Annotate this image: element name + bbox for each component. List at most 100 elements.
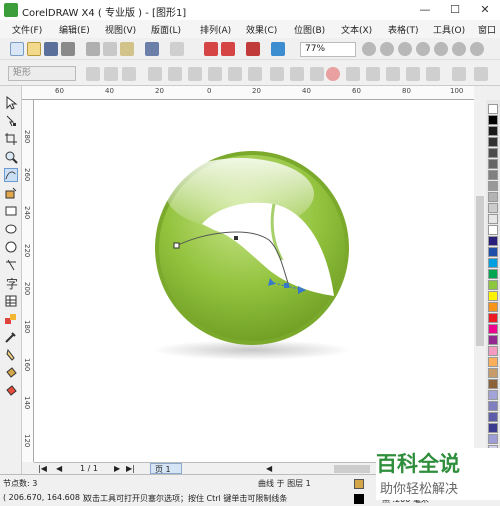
outline-status-icon[interactable]	[354, 494, 364, 504]
menu-view[interactable]: 视图(V)	[105, 23, 136, 36]
drawing-canvas[interactable]	[34, 100, 474, 462]
horizontal-scroll-thumb[interactable]	[334, 465, 370, 473]
palette-swatch[interactable]	[488, 236, 498, 246]
palette-swatch[interactable]	[488, 214, 498, 224]
open-folder-icon[interactable]	[27, 42, 41, 56]
export-icon[interactable]	[221, 42, 235, 56]
reflect-nodes-icon[interactable]	[452, 67, 466, 81]
smart-fill-icon[interactable]	[4, 186, 18, 200]
close-button[interactable]: ✕	[470, 0, 500, 20]
interactive-fill-icon[interactable]	[4, 384, 18, 398]
zoom-level-select[interactable]: 77%	[300, 42, 356, 57]
palette-swatch[interactable]	[488, 302, 498, 312]
palette-swatch[interactable]	[488, 335, 498, 345]
rectangle-icon[interactable]	[4, 204, 18, 218]
menu-edit[interactable]: 编辑(E)	[59, 23, 90, 36]
symmetric-node-icon[interactable]	[310, 67, 324, 81]
blend-icon[interactable]	[4, 312, 18, 326]
palette-swatch[interactable]	[488, 313, 498, 323]
paste-icon[interactable]	[120, 42, 134, 56]
zoom-width-icon[interactable]	[452, 42, 466, 56]
palette-swatch[interactable]	[488, 258, 498, 268]
fill-status-icon[interactable]	[354, 479, 364, 489]
menu-bitmaps[interactable]: 位图(B)	[294, 23, 325, 36]
palette-swatch[interactable]	[488, 412, 498, 422]
undo-icon[interactable]	[145, 42, 159, 56]
palette-swatch[interactable]	[488, 280, 498, 290]
shape-icon[interactable]	[4, 114, 18, 128]
curve-option-icon[interactable]	[86, 67, 100, 81]
palette-swatch[interactable]	[488, 126, 498, 136]
print-icon[interactable]	[61, 42, 75, 56]
curve-mid-node[interactable]	[234, 236, 238, 240]
palette-swatch[interactable]	[488, 104, 498, 114]
zoom-in-icon[interactable]	[362, 42, 376, 56]
menu-tools[interactable]: 工具(O)	[433, 23, 465, 36]
curve-option-icon-3[interactable]	[122, 67, 136, 81]
convert-to-line-icon[interactable]	[248, 67, 262, 81]
smooth-node-icon[interactable]	[290, 67, 304, 81]
cusp-node-icon[interactable]	[270, 67, 284, 81]
palette-swatch[interactable]	[488, 203, 498, 213]
palette-swatch[interactable]	[488, 291, 498, 301]
save-icon[interactable]	[44, 42, 58, 56]
next-page-icon[interactable]: ▶	[114, 464, 120, 473]
palette-swatch[interactable]	[488, 181, 498, 191]
palette-swatch[interactable]	[488, 434, 498, 444]
curve-option-icon-2[interactable]	[104, 67, 118, 81]
curve-end-node[interactable]	[284, 283, 289, 288]
polygon-icon[interactable]	[4, 240, 18, 254]
bezier-icon[interactable]	[4, 168, 18, 182]
convert-to-curve-icon[interactable]	[228, 67, 242, 81]
zoom-out-icon[interactable]	[380, 42, 394, 56]
page-tab[interactable]: 页 1	[150, 463, 182, 474]
application-launcher-icon[interactable]	[246, 42, 260, 56]
menu-layout[interactable]: 版面(L)	[151, 23, 181, 36]
align-nodes-icon[interactable]	[426, 67, 440, 81]
node-break-icon[interactable]	[208, 67, 222, 81]
menu-effects[interactable]: 效果(C)	[246, 23, 277, 36]
palette-swatch[interactable]	[488, 137, 498, 147]
extract-subpath-icon[interactable]	[366, 67, 380, 81]
zoom-selected-icon[interactable]	[398, 42, 412, 56]
palette-swatch[interactable]	[488, 225, 498, 235]
zoom-icon[interactable]	[4, 150, 18, 164]
palette-swatch[interactable]	[488, 423, 498, 433]
node-add-icon[interactable]	[148, 67, 162, 81]
text-icon[interactable]: 字	[4, 276, 18, 290]
palette-swatch[interactable]	[488, 159, 498, 169]
menu-file[interactable]: 文件(F)	[12, 23, 42, 36]
rotate-nodes-icon[interactable]	[406, 67, 420, 81]
new-document-icon[interactable]	[10, 42, 24, 56]
cut-icon[interactable]	[86, 42, 100, 56]
menu-table[interactable]: 表格(T)	[388, 23, 419, 36]
palette-swatch[interactable]	[488, 401, 498, 411]
horizontal-ruler[interactable]: 60 40 20 0 20 40 60 80 100	[22, 86, 474, 100]
menu-text[interactable]: 文本(X)	[341, 23, 372, 36]
vertical-scroll-thumb[interactable]	[476, 196, 484, 346]
palette-swatch[interactable]	[488, 192, 498, 202]
zoom-all-icon[interactable]	[416, 42, 430, 56]
scroll-left-icon[interactable]: ◀	[266, 464, 272, 473]
extend-curve-icon[interactable]	[346, 67, 360, 81]
palette-swatch[interactable]	[488, 148, 498, 158]
ellipse-icon[interactable]	[4, 222, 18, 236]
palette-swatch[interactable]	[488, 115, 498, 125]
minimize-button[interactable]: —	[410, 0, 440, 20]
reverse-direction-icon[interactable]	[326, 67, 340, 81]
node-delete-icon[interactable]	[168, 67, 182, 81]
palette-swatch[interactable]	[488, 379, 498, 389]
prev-page-icon[interactable]: ◀	[56, 464, 62, 473]
outline-icon[interactable]	[4, 348, 18, 362]
fill-icon[interactable]	[4, 366, 18, 380]
import-icon[interactable]	[204, 42, 218, 56]
first-page-icon[interactable]: |◀	[38, 464, 47, 473]
palette-swatch[interactable]	[488, 390, 498, 400]
crop-icon[interactable]	[4, 132, 18, 146]
palette-swatch[interactable]	[488, 170, 498, 180]
menu-window[interactable]: 窗口	[478, 23, 496, 36]
menu-arrange[interactable]: 排列(A)	[200, 23, 231, 36]
shape-type-select[interactable]: 矩形	[8, 66, 76, 81]
palette-swatch[interactable]	[488, 324, 498, 334]
palette-swatch[interactable]	[488, 368, 498, 378]
